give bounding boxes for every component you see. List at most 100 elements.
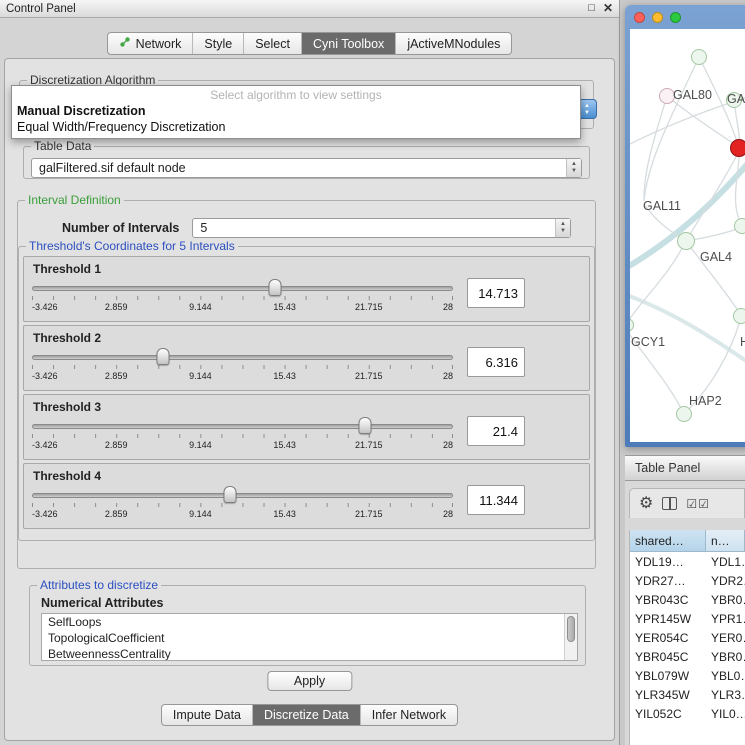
- tab-select[interactable]: Select: [243, 33, 301, 54]
- dropdown-option-equal-width-frequency[interactable]: Equal Width/Frequency Discretization: [12, 119, 580, 135]
- threshold-2-value-field[interactable]: 6.316: [467, 347, 525, 377]
- numerical-attributes-label: Numerical Attributes: [41, 596, 585, 610]
- slider-thumb[interactable]: [156, 348, 169, 365]
- table-row[interactable]: YDR27…YDR2…: [630, 571, 745, 590]
- table-row[interactable]: YBR043CYBR0…: [630, 590, 745, 609]
- cell[interactable]: YLR345W: [630, 685, 706, 704]
- threshold-2-slider[interactable]: -3.4262.8599.14415.4321.71528: [32, 347, 453, 383]
- table-row[interactable]: YPR145WYPR1…: [630, 609, 745, 628]
- tab-network[interactable]: Network: [108, 33, 193, 54]
- tab-label: Discretize Data: [264, 708, 349, 722]
- slider-thumb[interactable]: [223, 486, 236, 503]
- float-window-icon[interactable]: □: [588, 3, 595, 14]
- close-icon[interactable]: ✕: [603, 3, 613, 14]
- network-canvas[interactable]: GAL80GAGAL11GAL4GCY1HHAP2: [630, 29, 745, 442]
- slider-track[interactable]: [32, 355, 453, 360]
- scrollbar-thumb[interactable]: [567, 616, 575, 642]
- slider-track[interactable]: [32, 424, 453, 429]
- cell[interactable]: YIL0…: [706, 704, 745, 723]
- network-node[interactable]: [734, 218, 745, 234]
- table-data-select[interactable]: galFiltered.sif default node ▲▼: [31, 158, 582, 178]
- cell[interactable]: YBR045C: [630, 647, 706, 666]
- columns-icon[interactable]: [662, 497, 677, 510]
- cell[interactable]: YPR145W: [630, 609, 706, 628]
- tab-discretize-data[interactable]: Discretize Data: [252, 705, 360, 725]
- control-panel-titlebar[interactable]: Control Panel □ ✕: [0, 0, 619, 18]
- scale-label: 21.715: [355, 509, 383, 519]
- gear-icon[interactable]: ⚙: [639, 496, 653, 512]
- network-node-label: GAL80: [673, 88, 712, 102]
- cell[interactable]: YER0…: [706, 628, 745, 647]
- slider-track[interactable]: [32, 493, 453, 498]
- bottom-tab-bar: Impute Data Discretize Data Infer Networ…: [5, 704, 614, 726]
- slider-scale: -3.4262.8599.14415.4321.71528: [32, 509, 453, 520]
- network-node-label: GA: [727, 92, 745, 106]
- cell[interactable]: YDL1…: [706, 552, 745, 571]
- list-item[interactable]: TopologicalCoefficient: [42, 630, 577, 646]
- numerical-attributes-list[interactable]: SelfLoops TopologicalCoefficient Between…: [41, 613, 578, 661]
- interval-count-value: 5: [200, 221, 207, 235]
- table-row[interactable]: YER054CYER0…: [630, 628, 745, 647]
- threshold-4-slider[interactable]: -3.4262.8599.14415.4321.71528: [32, 485, 453, 521]
- tab-label: Select: [255, 37, 290, 51]
- node-table[interactable]: shared… n… YDL19…YDL1… YDR27…YDR2… YBR04…: [629, 530, 745, 745]
- slider-thumb[interactable]: [268, 279, 281, 296]
- cell[interactable]: YER054C: [630, 628, 706, 647]
- cell[interactable]: YDL19…: [630, 552, 706, 571]
- cell[interactable]: YDR2…: [706, 571, 745, 590]
- tab-jactivemnodules[interactable]: jActiveMNodules: [395, 33, 511, 54]
- table-row[interactable]: YBR045CYBR0…: [630, 647, 745, 666]
- table-row[interactable]: YDL19…YDL1…: [630, 552, 745, 571]
- select-columns-checkbox-icons[interactable]: ☑☑: [686, 498, 710, 510]
- cell[interactable]: YLR3…: [706, 685, 745, 704]
- network-node[interactable]: [676, 406, 692, 422]
- group-label: Table Data: [31, 139, 94, 153]
- list-item[interactable]: BetweennessCentrality: [42, 646, 577, 661]
- slider-thumb[interactable]: [358, 417, 371, 434]
- scale-label: 2.859: [105, 371, 128, 381]
- threshold-4-value-field[interactable]: 11.344: [467, 485, 525, 515]
- tab-label: Cyni Toolbox: [313, 37, 384, 51]
- cell[interactable]: YPR1…: [706, 609, 745, 628]
- cell[interactable]: YDR27…: [630, 571, 706, 590]
- minimize-traffic-light-icon[interactable]: [652, 12, 663, 23]
- network-node[interactable]: [691, 49, 707, 65]
- apply-button[interactable]: Apply: [267, 671, 352, 691]
- table-row[interactable]: YIL052CYIL0…: [630, 704, 745, 723]
- column-header-name[interactable]: n…: [706, 530, 745, 552]
- network-node[interactable]: [677, 232, 695, 250]
- network-node[interactable]: [730, 139, 745, 157]
- scale-label: 21.715: [355, 440, 383, 450]
- slider-track[interactable]: [32, 286, 453, 291]
- dropdown-option-manual-discretization[interactable]: Manual Discretization: [12, 103, 580, 119]
- network-node-label: HAP2: [689, 394, 722, 408]
- table-row[interactable]: YBL079WYBL0…: [630, 666, 745, 685]
- algorithm-dropdown-popup: Select algorithm to view settings Manual…: [11, 85, 581, 139]
- cell[interactable]: YBR0…: [706, 590, 745, 609]
- cell[interactable]: YBR0…: [706, 647, 745, 666]
- cell[interactable]: YIL052C: [630, 704, 706, 723]
- tab-cyni-toolbox[interactable]: Cyni Toolbox: [301, 33, 395, 54]
- cell[interactable]: YBL0…: [706, 666, 745, 685]
- slider-ticks: [32, 296, 453, 300]
- network-node[interactable]: [733, 308, 745, 324]
- tab-style[interactable]: Style: [192, 33, 243, 54]
- threshold-3-value-field[interactable]: 21.4: [467, 416, 525, 446]
- close-traffic-light-icon[interactable]: [634, 12, 645, 23]
- list-item[interactable]: SelfLoops: [42, 614, 577, 630]
- threshold-1-slider[interactable]: -3.4262.8599.14415.4321.71528: [32, 278, 453, 314]
- column-header-shared-name[interactable]: shared…: [630, 530, 706, 552]
- number-of-intervals-select[interactable]: 5 ▲▼: [192, 218, 571, 238]
- table-panel: Table Panel ⚙ ☑☑ shared… n… YDL19…YDL1… …: [625, 455, 745, 745]
- tab-infer-network[interactable]: Infer Network: [360, 705, 457, 725]
- cell[interactable]: YBR043C: [630, 590, 706, 609]
- cell[interactable]: YBL079W: [630, 666, 706, 685]
- threshold-1-value-field[interactable]: 14.713: [467, 278, 525, 308]
- network-node-label: GCY1: [631, 335, 665, 349]
- table-row[interactable]: YLR345WYLR3…: [630, 685, 745, 704]
- zoom-traffic-light-icon[interactable]: [670, 12, 681, 23]
- tab-impute-data[interactable]: Impute Data: [162, 705, 252, 725]
- threshold-3-slider[interactable]: -3.4262.8599.14415.4321.71528: [32, 416, 453, 452]
- table-panel-header[interactable]: Table Panel: [625, 455, 745, 481]
- list-scrollbar[interactable]: [564, 614, 577, 660]
